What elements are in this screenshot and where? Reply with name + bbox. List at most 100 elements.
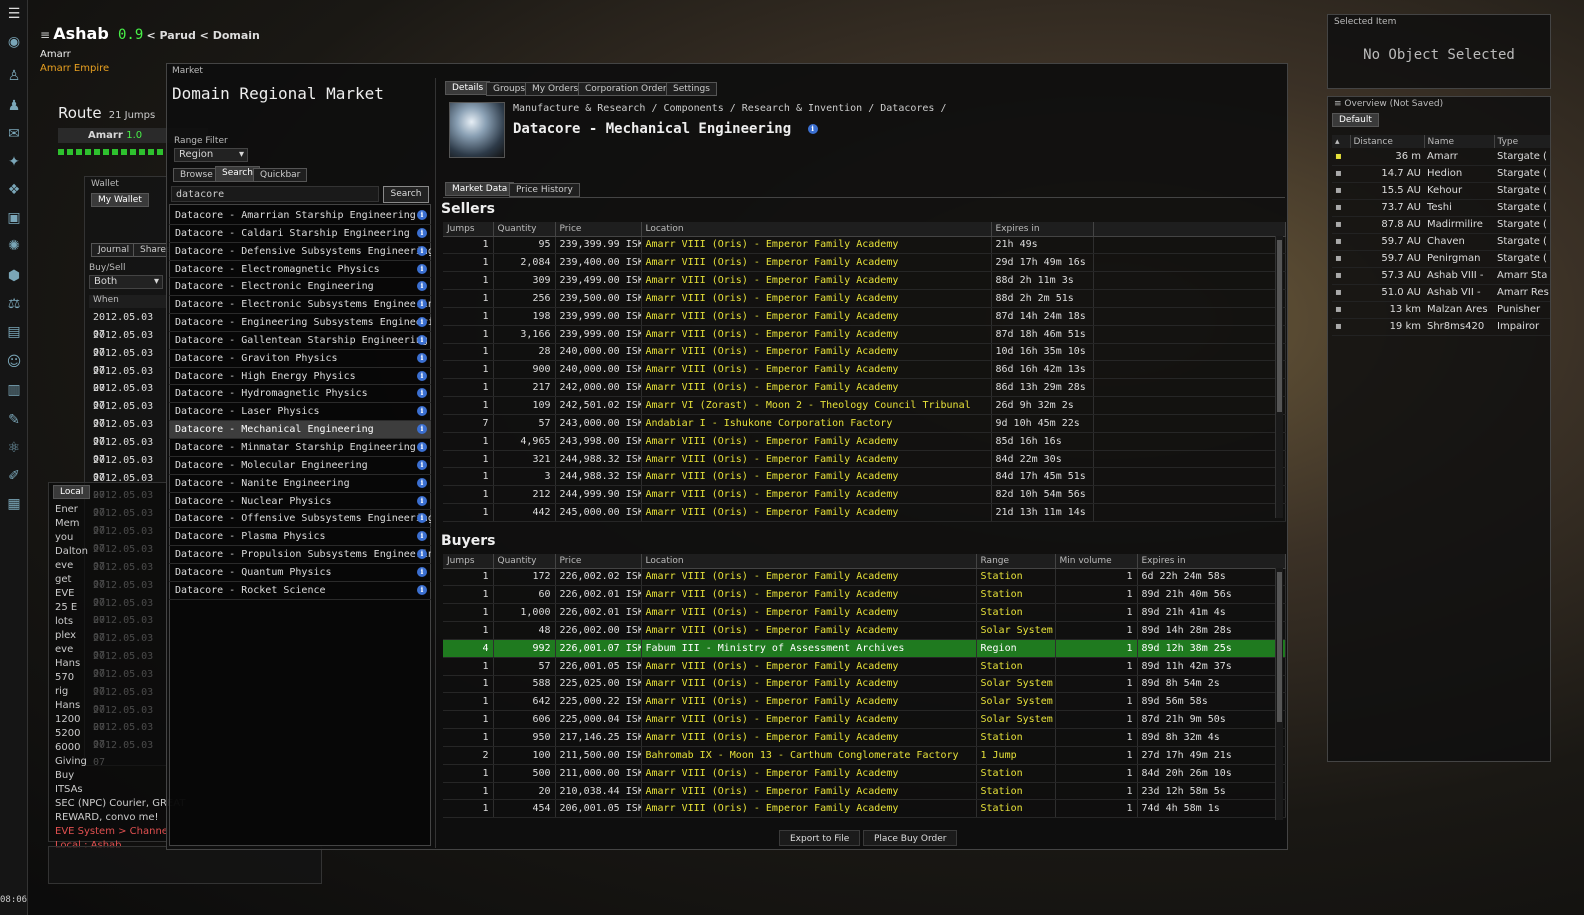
info-icon[interactable]: i <box>417 477 427 488</box>
search-result-item[interactable]: Datacore - Hydromagnetic Physics i <box>169 385 431 404</box>
overview-row[interactable]: ▪ 51.0 AU Ashab VII - Amarr Res <box>1332 284 1550 302</box>
tab-my-wallet[interactable]: My Wallet <box>91 193 149 207</box>
col-quantity[interactable]: Quantity <box>493 222 556 237</box>
buyer-row[interactable]: 1 57 226,001.05 ISK Amarr VIII (Oris) - Emp… <box>443 657 1286 676</box>
col-price[interactable]: Price <box>555 222 642 237</box>
breadcrumb[interactable]: Manufacture & Research / Components / Re… <box>513 103 946 114</box>
character-sheet-icon[interactable]: ♙ <box>4 66 24 86</box>
corp-icon[interactable]: ❖ <box>4 180 24 200</box>
seller-row[interactable]: 1 198 239,999.00 ISK Amarr VIII (Oris) - Em… <box>443 307 1286 326</box>
info-icon[interactable]: i <box>417 424 427 435</box>
seller-row[interactable]: 1 4,965 243,998.00 ISK Amarr VIII (Oris) - … <box>443 432 1286 451</box>
tab-corporation-orders[interactable]: Corporation Orders <box>578 82 679 96</box>
tab-details[interactable]: Details <box>445 81 491 95</box>
menu-icon[interactable]: ≡ <box>1334 99 1344 109</box>
search-result-item[interactable]: Datacore - Electronic Engineering i <box>169 278 431 297</box>
buyer-row[interactable]: 1 1,000 226,002.01 ISK Amarr VIII (Oris) - … <box>443 603 1286 623</box>
search-result-item[interactable]: Datacore - Gallentean Starship Engineeri… <box>169 332 431 350</box>
col-range[interactable]: Range <box>976 554 1056 569</box>
notepad-icon[interactable]: ✎ <box>4 410 24 430</box>
buyer-row[interactable]: 1 48 226,002.00 ISK Amarr VIII (Oris) - Emp… <box>443 621 1286 640</box>
info-icon[interactable]: i <box>417 584 427 595</box>
buysell-select[interactable]: Both ▾ <box>89 275 163 289</box>
info-icon[interactable]: i <box>417 370 427 381</box>
seller-row[interactable]: 1 212 244,999.90 ISK Amarr VIII (Oris) - Em… <box>443 485 1286 505</box>
col-location[interactable]: Location <box>641 222 992 237</box>
character-portrait-icon[interactable]: ◉ <box>4 32 24 52</box>
col-type[interactable]: Type <box>1494 135 1551 148</box>
search-result-item[interactable]: Datacore - Engineering Subsystems Engine… <box>169 314 431 332</box>
col-distance[interactable]: Distance <box>1350 135 1425 148</box>
wallet-date-cell[interactable]: 2012.05.03 07 <box>85 452 169 483</box>
overview-row[interactable]: ▪ 36 m Amarr Stargate ( <box>1332 148 1550 166</box>
seller-row[interactable]: 1 256 239,500.00 ISK Amarr VIII (Oris) - Em… <box>443 289 1286 308</box>
search-result-item[interactable]: Datacore - Nuclear Physics i <box>169 493 431 511</box>
place-buy-order-button[interactable]: Place Buy Order <box>863 830 958 846</box>
seller-row[interactable]: 1 2,084 239,400.00 ISK Amarr VIII (Oris) - … <box>443 253 1286 273</box>
ship-hangar-icon[interactable]: ▦ <box>4 494 24 514</box>
sellers-scroll-thumb[interactable] <box>1277 240 1282 412</box>
search-result-item[interactable]: Datacore - Nanite Engineering i <box>169 475 431 493</box>
wallet-date-cell[interactable]: 2012.05.03 07 <box>85 416 169 447</box>
system-name[interactable]: Ashab <box>53 24 109 43</box>
buyer-row[interactable]: 1 500 211,000.00 ISK Amarr VIII (Oris) - Em… <box>443 764 1286 783</box>
overview-row[interactable]: ▪ 13 km Malzan Ares Punisher <box>1332 301 1550 319</box>
seller-row[interactable]: 1 900 240,000.00 ISK Amarr VIII (Oris) - Em… <box>443 360 1286 380</box>
tab-journal[interactable]: Journal <box>91 243 137 257</box>
seller-row[interactable]: 1 217 242,000.00 ISK Amarr VIII (Oris) - Em… <box>443 378 1286 398</box>
wallet-date-cell[interactable]: 2012.05.03 07 <box>85 327 169 358</box>
search-result-item[interactable]: Datacore - Rocket Science i <box>169 582 431 600</box>
when-header[interactable]: When <box>89 295 169 308</box>
system-path[interactable]: < Parud < Domain <box>146 29 259 42</box>
chat-input[interactable] <box>48 846 322 884</box>
search-result-item[interactable]: Datacore - Quantum Physics i <box>169 564 431 582</box>
tab-settings[interactable]: Settings <box>666 82 717 96</box>
wallet-date-cell[interactable]: 2012.05.03 07 <box>85 309 169 340</box>
search-result-item[interactable]: Datacore - Electromagnetic Physics i <box>169 261 431 279</box>
search-result-item[interactable]: Datacore - Caldari Starship Engineering i <box>169 225 431 243</box>
seller-row[interactable]: 1 3 244,988.32 ISK Amarr VIII (Oris) - Empe… <box>443 467 1286 487</box>
panel-divider[interactable] <box>435 78 436 848</box>
search-result-item[interactable]: Datacore - Graviton Physics i <box>169 350 431 368</box>
buyer-row[interactable]: 1 950 217,146.25 ISK Amarr VIII (Oris) - Em… <box>443 728 1286 747</box>
overview-row[interactable]: ▪ 19 km Shr8ms420 Impairor <box>1332 318 1550 336</box>
buyer-row[interactable]: 1 60 226,002.01 ISK Amarr VIII (Oris) - Emp… <box>443 585 1286 605</box>
search-result-item[interactable]: Datacore - High Energy Physics i <box>169 368 431 386</box>
col-price[interactable]: Price <box>555 554 642 569</box>
col-quantity[interactable]: Quantity <box>493 554 556 569</box>
info-icon[interactable]: i <box>417 531 427 542</box>
info-icon[interactable]: i <box>417 495 427 506</box>
tab-default[interactable]: Default <box>1332 113 1379 127</box>
info-icon[interactable]: i <box>417 441 427 452</box>
calculator-icon[interactable]: ▥ <box>4 380 24 400</box>
search-result-item[interactable]: Datacore - Defensive Subsystems Engineer… <box>169 243 431 261</box>
seller-row[interactable]: 7 57 243,000.00 ISK Andabiar I - Ishukone C… <box>443 414 1286 433</box>
info-icon[interactable]: i <box>417 281 427 292</box>
people-icon[interactable]: ♟ <box>4 96 24 116</box>
location-menu-icon[interactable]: ≡ <box>40 28 50 42</box>
search-result-item[interactable]: Datacore - Minmatar Starship Engineering… <box>169 439 431 457</box>
overview-row[interactable]: ▪ 15.5 AU Kehour Stargate ( <box>1332 182 1550 200</box>
info-icon[interactable]: i <box>417 210 427 220</box>
info-icon[interactable]: i <box>807 124 818 134</box>
info-icon[interactable]: i <box>417 388 427 399</box>
wallet-date-cell[interactable]: 2012.05.03 07 <box>85 363 169 394</box>
buyer-row[interactable]: 1 454 206,001.05 ISK Amarr VIII (Oris) - Em… <box>443 799 1286 819</box>
tab-price-history[interactable]: Price History <box>509 183 580 197</box>
cargo-icon[interactable]: ⬢ <box>4 266 24 286</box>
col-name[interactable]: Name <box>1424 135 1495 148</box>
buyer-row[interactable]: 1 588 225,025.00 ISK Amarr VIII (Oris) - Em… <box>443 675 1286 694</box>
search-result-item[interactable]: Datacore - Molecular Engineering i <box>169 457 431 475</box>
tab-browse[interactable]: Browse <box>173 168 220 182</box>
buyers-scrollbar[interactable] <box>1275 568 1283 820</box>
seller-row[interactable]: 1 442 245,000.00 ISK Amarr VIII (Oris) - Em… <box>443 503 1286 522</box>
info-icon[interactable]: i <box>417 566 427 577</box>
search-result-item[interactable]: Datacore - Offensive Subsystems Engineer… <box>169 510 431 529</box>
search-result-item[interactable]: Datacore - Laser Physics i <box>169 403 431 422</box>
overview-row[interactable]: ▪ 87.8 AU Madirmilire Stargate ( <box>1332 216 1550 234</box>
mail-icon[interactable]: ✉ <box>4 124 24 144</box>
journal-icon[interactable]: ▤ <box>4 322 24 342</box>
col-location[interactable]: Location <box>641 554 977 569</box>
market-icon[interactable]: ⚖ <box>4 294 24 314</box>
buyer-row[interactable]: 4 992 226,001.07 ISK Fabum III - Ministry o… <box>443 639 1286 658</box>
